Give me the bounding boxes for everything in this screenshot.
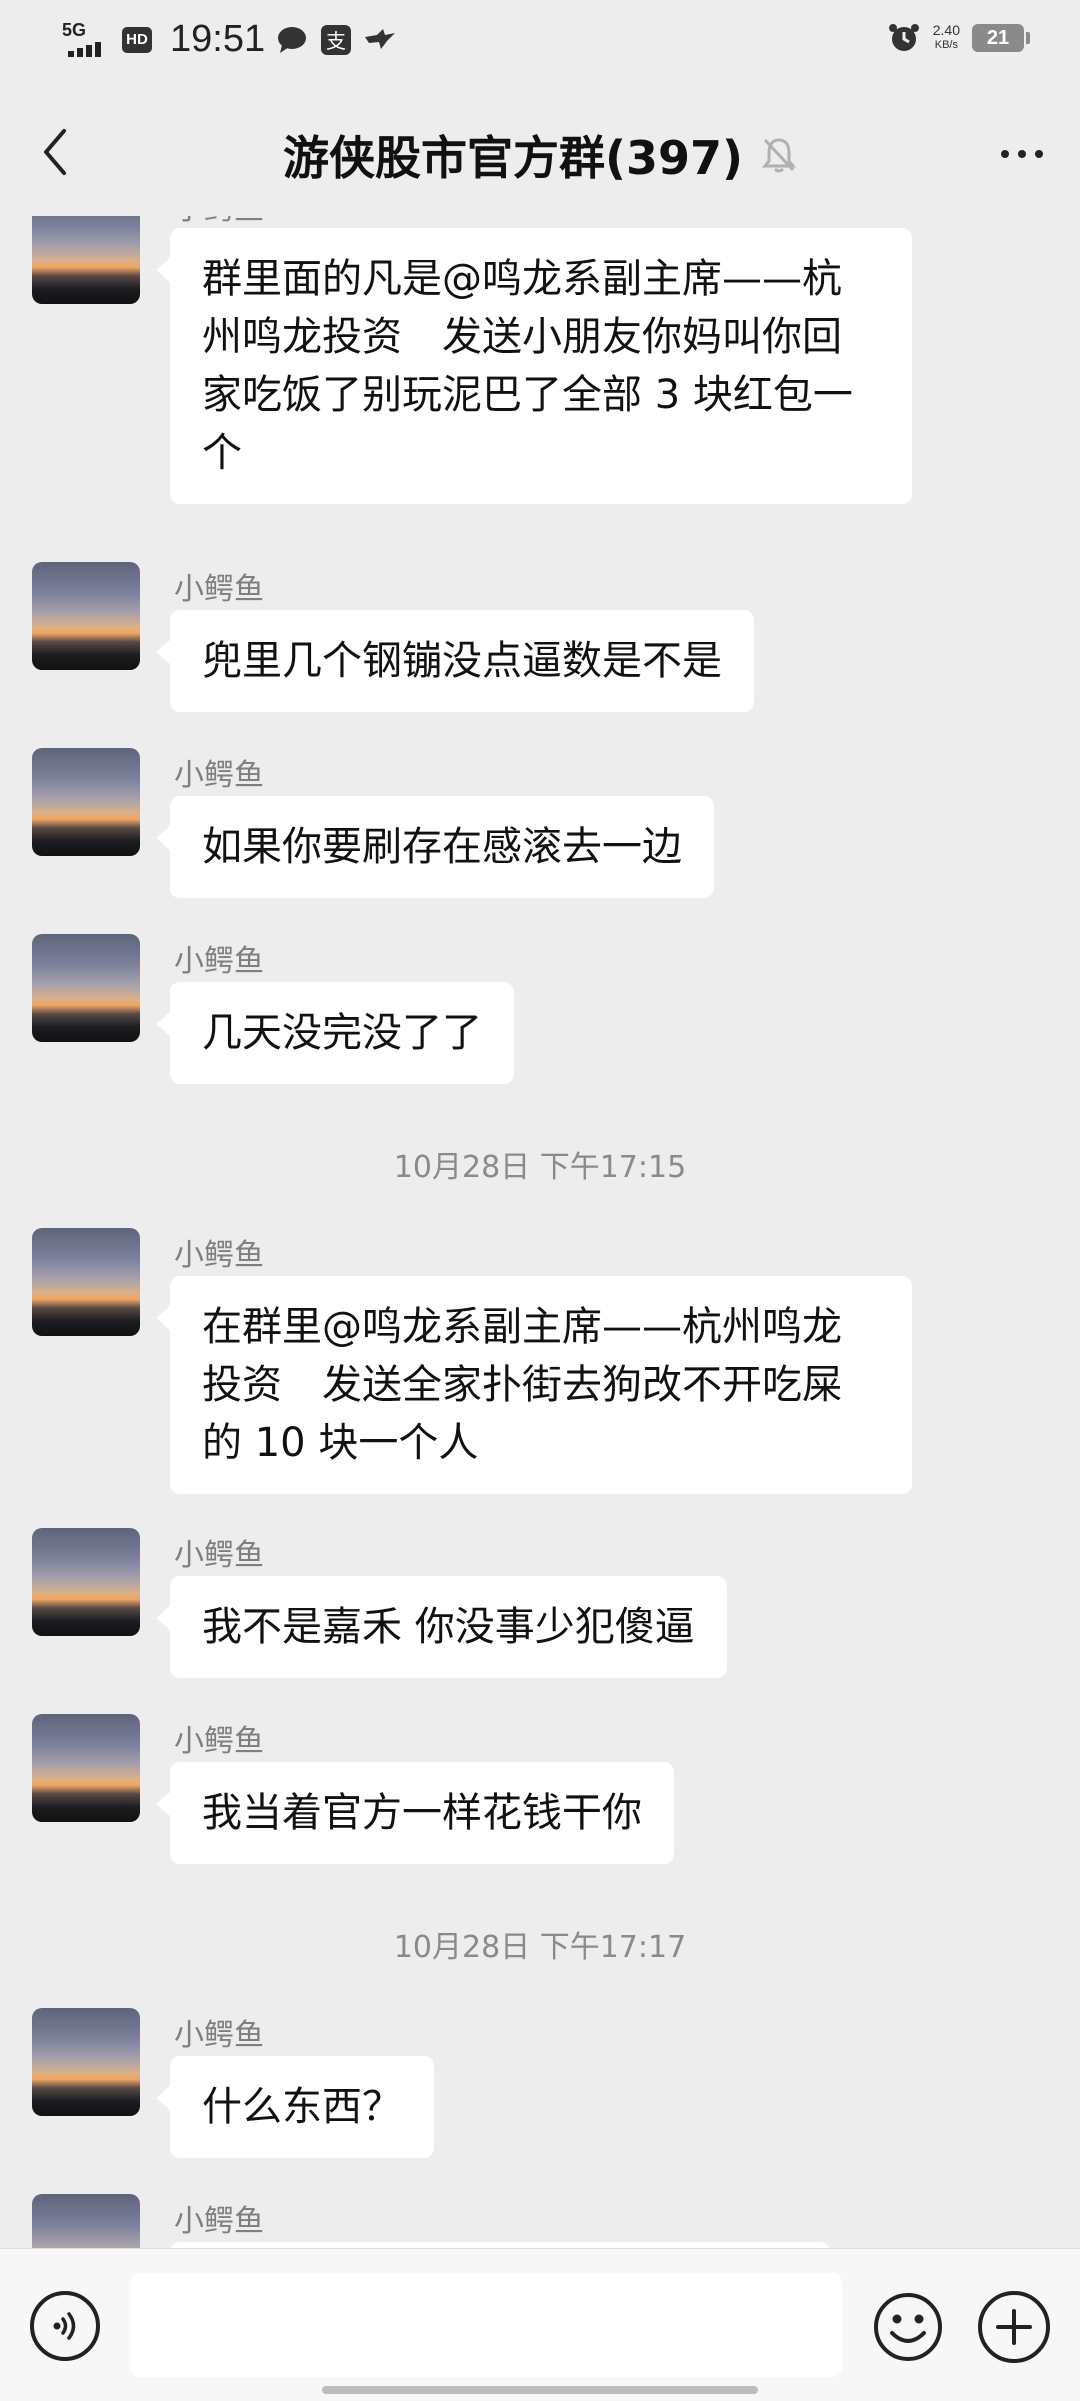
more-dots-icon <box>1001 150 1009 158</box>
speed-value: 2.40 <box>932 22 960 38</box>
time-divider: 10月28日 下午17:17 <box>393 1930 687 1965</box>
plus-icon <box>996 2309 1032 2345</box>
status-time: 19:51 <box>170 18 266 60</box>
message-bubble[interactable]: 几天没完没了了 <box>156 982 514 1084</box>
sender-name: 小鳄鱼 <box>174 572 264 607</box>
message-bubble[interactable]: 如果你要刷存在感滚去一边 <box>156 796 714 898</box>
status-bar: 5G HD 19:51 支 2.40 KB/s 21 <box>0 0 1080 86</box>
message-bubble[interactable]: 什么东西？ <box>156 2056 434 2158</box>
message-bubble[interactable]: 我不是嘉禾 你没事少犯傻逼 <box>156 1576 727 1678</box>
avatar[interactable] <box>32 1528 140 1636</box>
alarm-clock-icon <box>887 22 921 54</box>
svg-text:支: 支 <box>326 29 346 53</box>
hd-icon: HD <box>122 26 152 53</box>
signal-icon: 5G <box>62 20 112 60</box>
chat-message-list[interactable]: 小鳄鱼 群里面的凡是@鸣龙系副主席——杭州鸣龙投资 发送小朋友你妈叫你回家吃饭了… <box>0 216 1080 2248</box>
chat-bubble-icon <box>275 24 309 56</box>
message-bubble[interactable]: 群里面的凡是@鸣龙系副主席——杭州鸣龙投资 发送小朋友你妈叫你回家吃饭了别玩泥巴… <box>156 228 912 504</box>
sender-name: 小鳄鱼 <box>174 1538 264 1573</box>
bird-icon <box>363 24 397 56</box>
avatar[interactable] <box>32 562 140 670</box>
message-bubble[interactable]: 兜里几个钢镚没点逼数是不是 <box>156 610 754 712</box>
network-speed: 2.40 KB/s <box>933 23 960 53</box>
emoji-icon <box>874 2293 942 2361</box>
more-button[interactable] <box>992 134 1052 174</box>
chat-title: 游侠股市官方群(397) <box>282 131 744 185</box>
avatar[interactable] <box>32 1228 140 1336</box>
avatar[interactable] <box>32 934 140 1042</box>
sender-name: 小鳄鱼 <box>174 216 264 228</box>
alipay-icon: 支 <box>319 24 353 56</box>
home-indicator[interactable] <box>322 2386 758 2394</box>
avatar[interactable] <box>32 1714 140 1822</box>
sender-name: 小鳄鱼 <box>174 944 264 979</box>
message-bubble[interactable]: 在群里@鸣龙系副主席——杭州鸣龙投资 发送全家扑街去狗改不开吃屎的 10 块一个… <box>156 1276 912 1494</box>
status-right: 2.40 KB/s 21 <box>887 22 1030 54</box>
speed-unit: KB/s <box>934 39 958 51</box>
time-divider: 10月28日 下午17:15 <box>393 1150 687 1185</box>
network-type: 5G <box>62 19 87 40</box>
plus-button[interactable] <box>978 2291 1050 2363</box>
mute-bell-icon <box>761 138 797 173</box>
battery-icon: 21 <box>972 24 1030 52</box>
emoji-button[interactable] <box>872 2291 944 2363</box>
message-input[interactable] <box>130 2273 842 2377</box>
chat-header: 游侠股市官方群(397) <box>0 86 1080 216</box>
voice-icon <box>53 2312 76 2340</box>
sender-name: 小鳄鱼 <box>174 1724 264 1759</box>
sender-name: 小鳄鱼 <box>174 2018 264 2053</box>
sender-name: 小鳄鱼 <box>174 1238 264 1273</box>
sender-name: 小鳄鱼 <box>174 758 264 793</box>
avatar[interactable] <box>32 2194 140 2248</box>
sender-name: 小鳄鱼 <box>174 2204 264 2239</box>
avatar[interactable] <box>32 216 140 304</box>
message-bubble[interactable]: 我当着官方一样花钱干你 <box>156 1762 674 1864</box>
avatar[interactable] <box>32 2008 140 2116</box>
chat-title-wrap: 游侠股市官方群(397) <box>0 122 1080 188</box>
status-left: 5G HD 19:51 支 <box>62 18 397 61</box>
input-bar <box>0 2248 1080 2401</box>
avatar[interactable] <box>32 748 140 856</box>
voice-button[interactable] <box>30 2291 100 2361</box>
